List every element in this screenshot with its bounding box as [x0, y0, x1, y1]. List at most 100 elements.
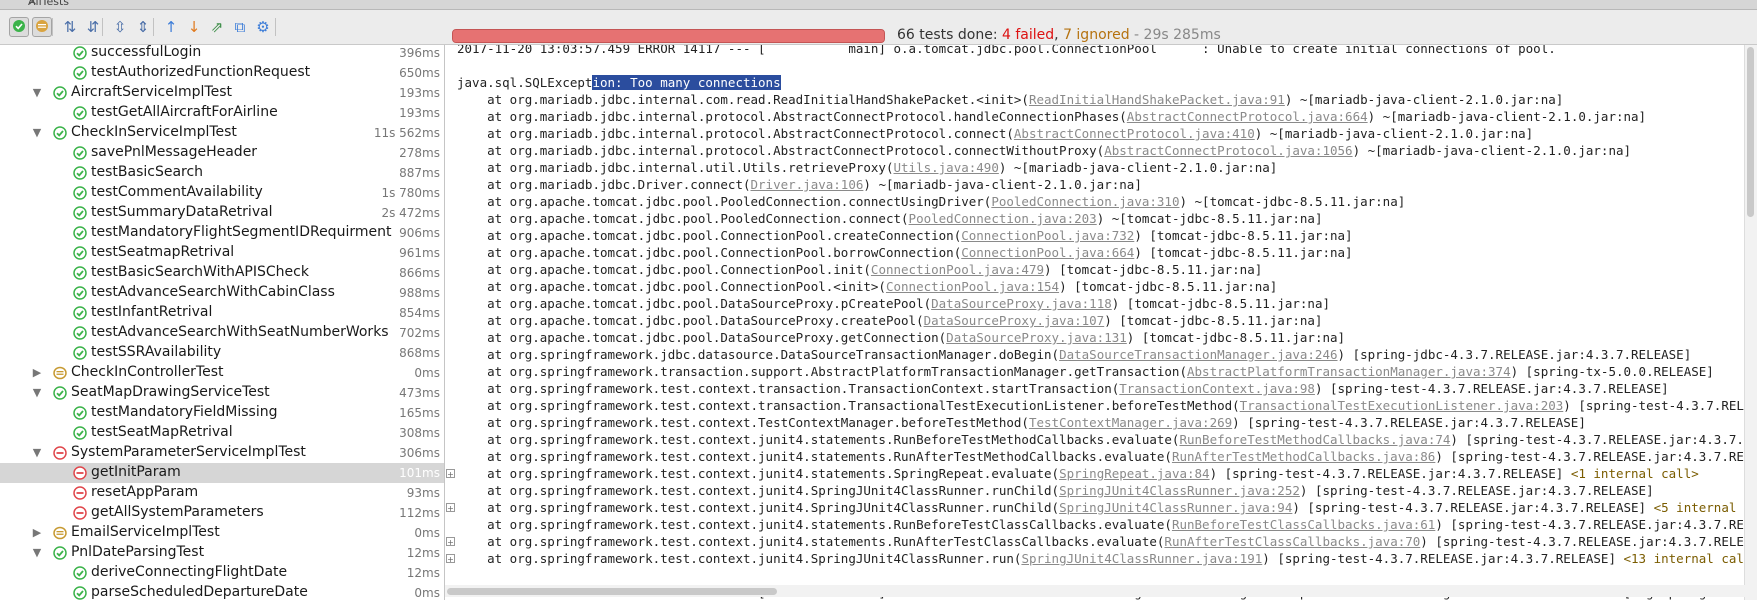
expand-all-button[interactable]: ⇳ [110, 17, 130, 37]
source-link[interactable]: DataSourceProxy.java:131 [946, 330, 1127, 345]
settings-gear-button[interactable]: ⚙ [253, 17, 273, 37]
source-link[interactable]: RunAfterTestClassCallbacks.java:70 [1164, 534, 1420, 549]
chevron-down-icon[interactable]: ▼ [31, 386, 43, 399]
test-results-tree: successfulLogin 396ms testAuthorizedFuncti… [0, 45, 444, 600]
next-failed-button[interactable]: ↓ [184, 17, 204, 37]
source-link[interactable]: Driver.java:106 [751, 177, 864, 192]
import-results-button[interactable]: ⧉ [230, 17, 250, 37]
next-failed-icon: ↓ [187, 18, 201, 36]
chevron-down-icon[interactable]: ▼ [31, 446, 43, 459]
test-passed-icon [73, 65, 87, 80]
test-duration: 101ms [399, 466, 440, 480]
test-method-row[interactable]: testAuthorizedFunctionRequest 650ms [0, 63, 444, 83]
test-method-row[interactable]: savePnlMessageHeader 278ms [0, 143, 444, 163]
test-method-row[interactable]: testAdvanceSearchWithSeatNumberWorks 702m… [0, 323, 444, 343]
test-method-row[interactable]: testSSRAvailability 868ms [0, 343, 444, 363]
test-method-row[interactable]: testSeatMapRetrival 308ms [0, 423, 444, 443]
test-method-row[interactable]: getAllSystemParameters 112ms [0, 503, 444, 523]
source-link[interactable]: PooledConnection.java:310 [991, 194, 1179, 209]
test-duration: 308ms [399, 426, 440, 440]
chevron-down-icon[interactable]: ▼ [31, 126, 43, 139]
fold-expand-icon[interactable]: + [446, 503, 455, 513]
sort-alphabetically-button[interactable]: ⇅ [60, 17, 80, 37]
console-line: at org.springframework.test.context.juni… [457, 465, 1699, 482]
fold-expand-icon[interactable]: + [446, 469, 455, 479]
console-text: ) [spring-test-4.3.7.RELEASE.jar:4.3.7.R… [1314, 381, 1669, 396]
scrollbar-thumb[interactable] [1747, 47, 1754, 217]
test-method-row[interactable]: testCommentAvailability 1s 780ms [0, 183, 444, 203]
previous-failed-button[interactable]: ↑ [161, 17, 181, 37]
source-link[interactable]: ConnectionPool.java:664 [961, 245, 1134, 260]
test-method-row[interactable]: testInfantRetrival 854ms [0, 303, 444, 323]
source-link[interactable]: RunBeforeTestMethodCallbacks.java:74 [1179, 432, 1450, 447]
test-method-row[interactable]: testBasicSearchWithAPISCheck 866ms [0, 263, 444, 283]
chevron-right-icon[interactable]: ▶ [31, 526, 43, 539]
show-passed-button[interactable] [9, 17, 29, 37]
test-passed-icon [53, 545, 67, 560]
test-method-row[interactable]: testAdvanceSearchWithCabinClass 988ms [0, 283, 444, 303]
console-horizontal-scrollbar[interactable] [445, 585, 1745, 597]
close-icon[interactable]: ✕ [28, 0, 1749, 8]
show-ignored-icon [35, 18, 49, 37]
test-name: testInfantRetrival [91, 304, 213, 320]
source-link[interactable]: DataSourceProxy.java:118 [931, 296, 1112, 311]
console-line: at org.mariadb.jdbc.internal.protocol.Ab… [457, 125, 1533, 142]
source-link[interactable]: AbstractConnectProtocol.java:664 [1127, 109, 1368, 124]
source-link[interactable]: ConnectionPool.java:154 [886, 279, 1059, 294]
source-link[interactable]: SpringJUnit4ClassRunner.java:94 [1059, 500, 1292, 515]
test-class-row[interactable]: ▶ CheckInControllerTest 0ms [0, 363, 444, 383]
test-method-row[interactable]: resetAppParam 93ms [0, 483, 444, 503]
internal-calls-link[interactable]: <13 internal calls> [1624, 551, 1757, 566]
source-link[interactable]: DataSourceTransactionManager.java:246 [1059, 347, 1337, 362]
source-link[interactable]: Utils.java:490 [894, 160, 999, 175]
chevron-right-icon[interactable]: ▶ [31, 366, 43, 379]
test-method-row[interactable]: successfulLogin 396ms [0, 45, 444, 63]
sort-by-duration-button[interactable]: ⇵ [83, 17, 103, 37]
source-link[interactable]: DataSourceProxy.java:107 [924, 313, 1105, 328]
source-link[interactable]: ConnectionPool.java:732 [961, 228, 1134, 243]
test-method-row[interactable]: testSeatmapRetrival 961ms [0, 243, 444, 263]
source-link[interactable]: ReadInitialHandShakePacket.java:91 [1029, 92, 1285, 107]
test-method-row[interactable]: parseScheduledDepartureDate 0ms [0, 583, 444, 600]
internal-calls-link[interactable]: <1 internal call> [1571, 466, 1699, 481]
source-link[interactable]: TransactionalTestExecutionListener.java:… [1240, 398, 1564, 413]
test-class-row[interactable]: ▼ SeatMapDrawingServiceTest 473ms [0, 383, 444, 403]
source-link[interactable]: ConnectionPool.java:479 [871, 262, 1044, 277]
source-link[interactable]: PooledConnection.java:203 [909, 211, 1097, 226]
source-link[interactable]: SpringJUnit4ClassRunner.java:191 [1021, 551, 1262, 566]
test-method-row[interactable]: testGetAllAircraftForAirline 193ms [0, 103, 444, 123]
source-link[interactable]: SpringJUnit4ClassRunner.java:252 [1059, 483, 1300, 498]
source-link[interactable]: SpringRepeat.java:84 [1059, 466, 1210, 481]
chevron-down-icon[interactable]: ▼ [31, 86, 43, 99]
test-class-row[interactable]: ▼ PnlDateParsingTest 12ms [0, 543, 444, 563]
test-class-row[interactable]: ▼ SystemParameterServiceImplTest 306ms [0, 443, 444, 463]
show-ignored-button[interactable] [32, 17, 52, 37]
console-vertical-scrollbar[interactable] [1744, 45, 1757, 600]
test-duration: 306ms [399, 446, 440, 460]
test-method-row[interactable]: testMandatoryFieldMissing 165ms [0, 403, 444, 423]
test-method-row[interactable]: testBasicSearch 887ms [0, 163, 444, 183]
export-results-button[interactable]: ⇗ [207, 17, 227, 37]
internal-calls-link[interactable]: <5 internal calls> [1654, 500, 1757, 515]
fold-expand-icon[interactable]: + [446, 537, 455, 547]
console-text: ) [tomcat-jdbc-8.5.11.jar:na] [1134, 228, 1353, 243]
test-method-row[interactable]: getInitParam 101ms [0, 463, 444, 483]
test-method-row[interactable]: deriveConnectingFlightDate 12ms [0, 563, 444, 583]
fold-expand-icon[interactable]: + [446, 554, 455, 564]
source-link[interactable]: AbstractConnectProtocol.java:410 [1014, 126, 1255, 141]
test-name: EmailServiceImplTest [71, 524, 220, 540]
test-class-row[interactable]: ▼ CheckInServiceImplTest 11s 562ms [0, 123, 444, 143]
collapse-all-button[interactable]: ⇕ [133, 17, 153, 37]
test-class-row[interactable]: ▶ EmailServiceImplTest 0ms [0, 523, 444, 543]
source-link[interactable]: RunBeforeTestClassCallbacks.java:61 [1172, 517, 1435, 532]
source-link[interactable]: AbstractPlatformTransactionManager.java:… [1187, 364, 1511, 379]
source-link[interactable]: RunAfterTestMethodCallbacks.java:86 [1172, 449, 1435, 464]
source-link[interactable]: AbstractConnectProtocol.java:1056 [1104, 143, 1352, 158]
test-method-row[interactable]: testSummaryDataRetrival 2s 472ms [0, 203, 444, 223]
test-class-row[interactable]: ▼ AircraftServiceImplTest 193ms [0, 83, 444, 103]
source-link[interactable]: TransactionContext.java:98 [1119, 381, 1315, 396]
source-link[interactable]: TestContextManager.java:269 [1029, 415, 1232, 430]
chevron-down-icon[interactable]: ▼ [31, 546, 43, 559]
test-method-row[interactable]: testMandatoryFlightSegmentIDRequirment 90… [0, 223, 444, 243]
horizontal-scrollbar-thumb[interactable] [447, 588, 777, 595]
